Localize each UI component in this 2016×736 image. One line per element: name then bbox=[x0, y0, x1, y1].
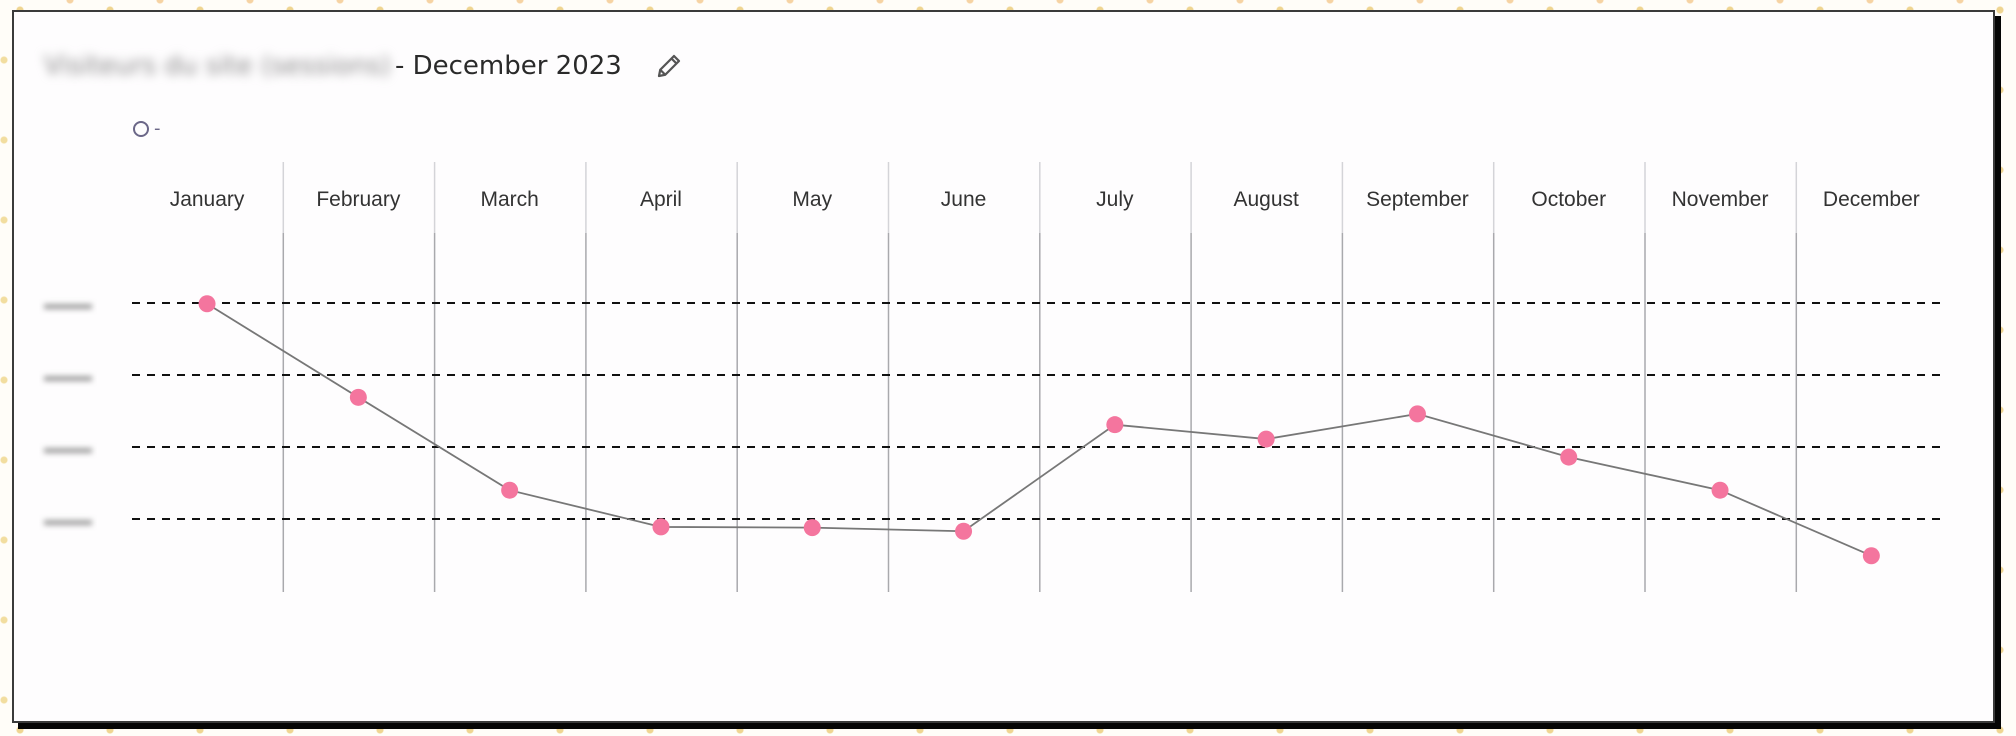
y-tick-label: ▬▬▬ bbox=[44, 440, 92, 457]
gridlines bbox=[132, 302, 1942, 520]
month-label-june: June bbox=[941, 188, 987, 211]
y-tick-labels: ▬▬▬ ▬▬▬ ▬▬▬ ▬▬▬ bbox=[44, 296, 92, 529]
month-labels: January February March April May June July Augu… bbox=[170, 188, 1920, 211]
y-tick-label: ▬▬▬ bbox=[44, 296, 92, 313]
data-point-january bbox=[198, 295, 216, 313]
month-label-may: May bbox=[792, 188, 832, 211]
data-point-july bbox=[1106, 416, 1124, 434]
month-label-august: August bbox=[1233, 188, 1299, 211]
data-point-november bbox=[1711, 481, 1729, 499]
data-point-june bbox=[955, 522, 973, 540]
data-point-march bbox=[501, 481, 519, 499]
column-dividers bbox=[282, 162, 1798, 592]
line-chart: January February March April May June July Augu… bbox=[44, 162, 1942, 592]
month-label-march: March bbox=[480, 188, 538, 211]
month-label-april: April bbox=[640, 188, 682, 211]
month-label-september: September bbox=[1366, 188, 1469, 211]
data-point-september bbox=[1408, 405, 1426, 423]
month-label-november: November bbox=[1672, 188, 1769, 211]
month-label-october: October bbox=[1531, 188, 1606, 211]
data-point-may bbox=[803, 519, 821, 537]
data-point-april bbox=[652, 518, 670, 536]
data-point-february bbox=[349, 388, 367, 406]
data-point-december bbox=[1862, 547, 1880, 565]
month-label-january: January bbox=[170, 188, 245, 211]
y-tick-label: ▬▬▬ bbox=[44, 512, 92, 529]
month-label-february: February bbox=[316, 188, 401, 211]
data-point-october bbox=[1560, 448, 1578, 466]
data-point-august bbox=[1257, 430, 1275, 448]
month-label-july: July bbox=[1096, 188, 1134, 211]
y-tick-label: ▬▬▬ bbox=[44, 368, 92, 385]
month-label-december: December bbox=[1823, 188, 1920, 211]
